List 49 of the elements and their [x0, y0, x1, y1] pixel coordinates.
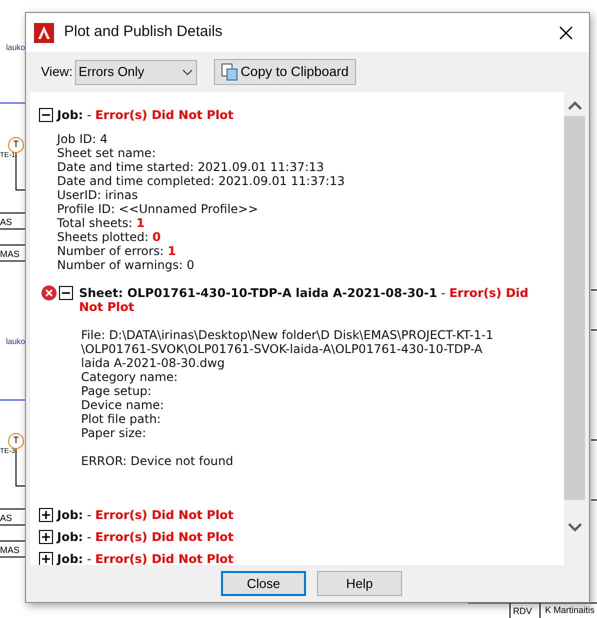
sheet-detail: Device name: — [81, 398, 165, 412]
collapse-icon[interactable] — [39, 108, 53, 122]
app-logo-icon — [34, 22, 54, 42]
view-label: View: — [41, 63, 73, 82]
job-detail: Job ID: 4 — [57, 132, 109, 146]
sheet-detail: Category name: — [81, 370, 179, 384]
drawing-label: AS — [0, 513, 12, 523]
sheet-detail: Page setup: — [81, 384, 152, 398]
scroll-up-icon[interactable] — [566, 101, 582, 111]
sheet-detail: Plot file path: — [81, 412, 162, 426]
drawing-label: MAS — [0, 545, 20, 555]
collapse-icon[interactable] — [59, 286, 73, 300]
job-detail: Number of errors: 1 — [57, 244, 177, 258]
copy-button[interactable]: Copy to Clipboard — [214, 59, 356, 85]
sheet-heading: Sheet: OLP01761-430-10-TDP-A laida A-2021-08-30-1 - Error(s) Did Not Plot — [79, 286, 529, 314]
job-detail: Profile ID: <<Unnamed Profile>> — [57, 202, 260, 216]
job-heading: Job: - Error(s) Did Not Plot — [57, 107, 234, 124]
drawing-note: lauko — [6, 42, 26, 54]
scroll-down-icon[interactable] — [566, 522, 582, 532]
dialog-button[interactable]: Help — [317, 571, 402, 596]
close-icon — [559, 26, 573, 40]
job-heading: Job: - Error(s) Did Not Plot — [57, 529, 234, 546]
job-detail: Total sheets: 1 — [57, 216, 146, 230]
drawing-label: RDV — [513, 606, 532, 616]
job-detail: UserID: irinas — [57, 188, 139, 202]
window-title: Plot and Publish Details — [64, 22, 224, 42]
drawing-label: K Martinaitis — [545, 605, 595, 615]
job-heading: Job: - Error(s) Did Not Plot — [57, 507, 234, 524]
job-detail: Sheets plotted: 0 — [57, 230, 162, 244]
sheet-detail: \OLP01761-SVOK\OLP01761-SVOK-laida-A\OLP01761-430-10-TDP-A — [81, 342, 484, 356]
dialog-button[interactable]: Close — [221, 571, 306, 596]
job-detail: Number of warnings: 0 — [57, 258, 196, 272]
job-detail: Sheet set name: — [57, 146, 157, 160]
drawing-label: AS — [0, 217, 12, 227]
chevron-down-icon — [182, 68, 193, 76]
sheet-detail: Paper size: — [81, 426, 148, 440]
sheet-detail: laida A-2021-08-30.dwg — [81, 356, 226, 370]
clipboard-icon — [220, 63, 239, 81]
view-dropdown[interactable]: Errors Only — [74, 60, 197, 84]
expand-icon[interactable] — [39, 530, 53, 544]
job-detail: Date and time started: 2021.09.01 11:37:13 — [57, 160, 326, 174]
drawing-note: lauko — [6, 336, 26, 348]
drawing-label: MAS — [0, 249, 20, 259]
scroll-thumb[interactable] — [564, 116, 585, 500]
error-message: ERROR: Device not found — [81, 454, 234, 468]
expand-icon[interactable] — [39, 552, 53, 565]
job-detail: Date and time completed: 2021.09.01 11:37:13 — [57, 174, 346, 188]
expand-icon[interactable] — [39, 508, 53, 522]
sheet-detail: File: D:\DATA\irinas\Desktop\New folder\D Disk\EMAS\PROJECT-KT-1-1 — [81, 328, 494, 342]
